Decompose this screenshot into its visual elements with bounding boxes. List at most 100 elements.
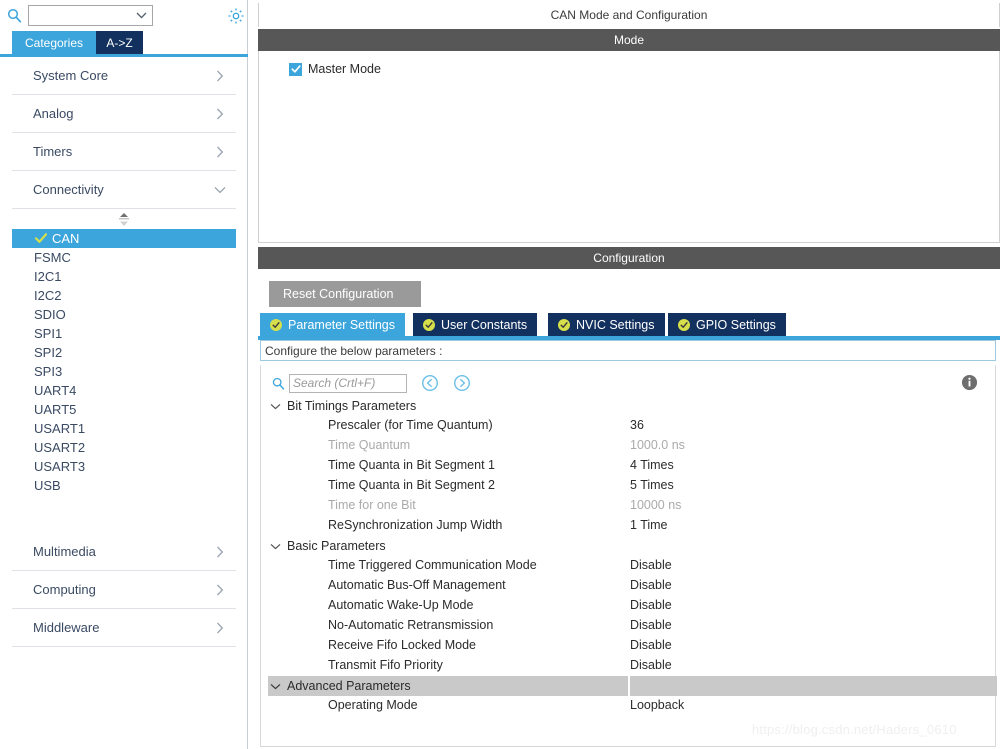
parameter-value[interactable]: Disable [630, 598, 672, 612]
parameter-name: Prescaler (for Time Quantum) [328, 418, 493, 432]
parameter-row[interactable]: Transmit Fifo Priority Disable [261, 656, 997, 676]
peripheral-item-i2c2[interactable]: I2C2 [12, 286, 236, 305]
parameter-value[interactable]: Disable [630, 638, 672, 652]
parameter-value: 10000 ns [630, 498, 682, 512]
parameter-value[interactable]: 4 Times [630, 458, 674, 472]
tab-user-constants[interactable]: User Constants [413, 313, 538, 336]
circle-left-arrow-icon[interactable] [421, 374, 439, 392]
peripheral-label: I2C2 [34, 288, 62, 303]
parameter-value[interactable]: 5 Times [630, 478, 674, 492]
parameter-name: Time for one Bit [328, 498, 416, 512]
peripheral-item-i2c1[interactable]: I2C1 [12, 267, 236, 286]
circle-right-arrow-icon[interactable] [453, 374, 471, 392]
peripheral-item-usart3[interactable]: USART3 [12, 457, 236, 476]
parameter-name: Automatic Bus-Off Management [328, 578, 506, 592]
peripheral-item-spi2[interactable]: SPI2 [12, 343, 236, 362]
peripheral-item-spi1[interactable]: SPI1 [12, 324, 236, 343]
parameter-value[interactable]: Disable [630, 558, 672, 572]
ip-search-row [0, 0, 248, 31]
watermark: https://blog.csdn.net/Haders_0610 [752, 722, 957, 737]
master-mode-checkbox-row[interactable]: Master Mode [289, 62, 381, 76]
parameter-row[interactable]: Time Quanta in Bit Segment 2 5 Times [261, 476, 997, 496]
master-mode-checkbox[interactable] [289, 62, 302, 76]
peripheral-list-spacer [12, 495, 236, 533]
peripheral-item-sdio[interactable]: SDIO [12, 305, 236, 324]
parameter-group-basic[interactable]: Basic Parameters [261, 536, 997, 556]
category-analog[interactable]: Analog [12, 95, 236, 133]
parameter-row[interactable]: ReSynchronization Jump Width 1 Time [261, 516, 997, 536]
parameter-value[interactable]: 1 Time [630, 518, 668, 532]
check-badge-icon [423, 318, 435, 331]
category-multimedia[interactable]: Multimedia [12, 533, 236, 571]
configure-instruction-bar: Configure the below parameters : [260, 340, 996, 361]
chevron-right-icon [212, 106, 228, 122]
parameter-group-bit-timings[interactable]: Bit Timings Parameters [261, 396, 997, 416]
parameter-value[interactable]: Disable [630, 578, 672, 592]
peripheral-label: CAN [52, 231, 80, 246]
parameter-row[interactable]: Prescaler (for Time Quantum) 36 [261, 416, 997, 436]
peripheral-item-usart1[interactable]: USART1 [12, 419, 236, 438]
category-system-core[interactable]: System Core [12, 57, 236, 95]
peripheral-item-uart4[interactable]: UART4 [12, 381, 236, 400]
peripheral-label: SDIO [34, 307, 66, 322]
category-computing[interactable]: Computing [12, 571, 236, 609]
page-title: CAN Mode and Configuration [258, 3, 1000, 27]
parameter-name: Time Quanta in Bit Segment 1 [328, 458, 495, 472]
parameter-value[interactable]: Disable [630, 618, 672, 632]
chevron-right-icon [212, 144, 228, 160]
tab-categories[interactable]: Categories [12, 31, 96, 54]
parameter-name: Time Quanta in Bit Segment 2 [328, 478, 495, 492]
category-middleware[interactable]: Middleware [12, 609, 236, 647]
peripheral-item-fsmc[interactable]: FSMC [12, 248, 236, 267]
chevron-down-icon [212, 182, 228, 198]
parameter-row[interactable]: Time Triggered Communication Mode Disabl… [261, 556, 997, 576]
parameter-value[interactable]: Disable [630, 658, 672, 672]
mode-section-header: Mode [258, 29, 1000, 51]
peripheral-item-usart2[interactable]: USART2 [12, 438, 236, 457]
peripheral-item-uart5[interactable]: UART5 [12, 400, 236, 419]
sidebar-tabstrip: Categories A->Z [0, 31, 248, 54]
tab-parameter-settings[interactable]: Parameter Settings [260, 313, 405, 336]
tab-label: Parameter Settings [288, 317, 395, 332]
reset-configuration-button[interactable]: Reset Configuration [269, 281, 421, 307]
category-label: Middleware [33, 620, 100, 635]
parameter-name: Time Triggered Communication Mode [328, 558, 537, 572]
category-connectivity[interactable]: Connectivity [12, 171, 236, 209]
peripheral-item-usb[interactable]: USB [12, 476, 236, 495]
peripheral-label: USART2 [34, 440, 86, 455]
chevron-down-icon [270, 403, 283, 410]
search-icon [267, 377, 289, 390]
parameter-value[interactable]: Loopback [630, 698, 684, 712]
chevron-down-icon [270, 683, 283, 690]
check-badge-icon [678, 318, 690, 331]
parameter-name: Automatic Wake-Up Mode [328, 598, 474, 612]
info-icon[interactable] [961, 374, 978, 391]
peripheral-item-can[interactable]: CAN [12, 229, 236, 248]
tab-nvic-settings[interactable]: NVIC Settings [548, 313, 665, 336]
configuration-section-body: Reset Configuration Parameter Settings U… [258, 269, 1000, 749]
parameter-row: Time for one Bit 10000 ns [261, 496, 997, 516]
parameter-value[interactable]: 36 [630, 418, 644, 432]
parameter-name: Transmit Fifo Priority [328, 658, 443, 672]
parameter-row[interactable]: Receive Fifo Locked Mode Disable [261, 636, 997, 656]
parameter-group-advanced[interactable]: Advanced Parameters [261, 676, 997, 696]
configuration-panel: CAN Mode and Configuration Mode Master M… [258, 0, 1000, 749]
category-label: Timers [33, 144, 73, 159]
tab-a-to-z[interactable]: A->Z [96, 31, 143, 54]
peripheral-item-spi3[interactable]: SPI3 [12, 362, 236, 381]
scroll-spinner-icon[interactable] [117, 211, 131, 227]
chevron-down-icon [270, 543, 283, 550]
parameter-list: Bit Timings Parameters Prescaler (for Ti… [261, 396, 997, 746]
parameter-row[interactable]: No-Automatic Retransmission Disable [261, 616, 997, 636]
mode-section-body: Master Mode [258, 51, 1000, 243]
parameter-row[interactable]: Automatic Wake-Up Mode Disable [261, 596, 997, 616]
gear-icon[interactable] [226, 6, 245, 25]
parameter-search-input[interactable] [289, 373, 407, 393]
chevron-right-icon [212, 582, 228, 598]
category-timers[interactable]: Timers [12, 133, 236, 171]
parameter-row[interactable]: Time Quanta in Bit Segment 1 4 Times [261, 456, 997, 476]
ip-search-combobox[interactable] [28, 5, 153, 26]
tab-gpio-settings[interactable]: GPIO Settings [668, 313, 786, 336]
parameter-row[interactable]: Operating Mode Loopback [261, 696, 997, 716]
parameter-row[interactable]: Automatic Bus-Off Management Disable [261, 576, 997, 596]
